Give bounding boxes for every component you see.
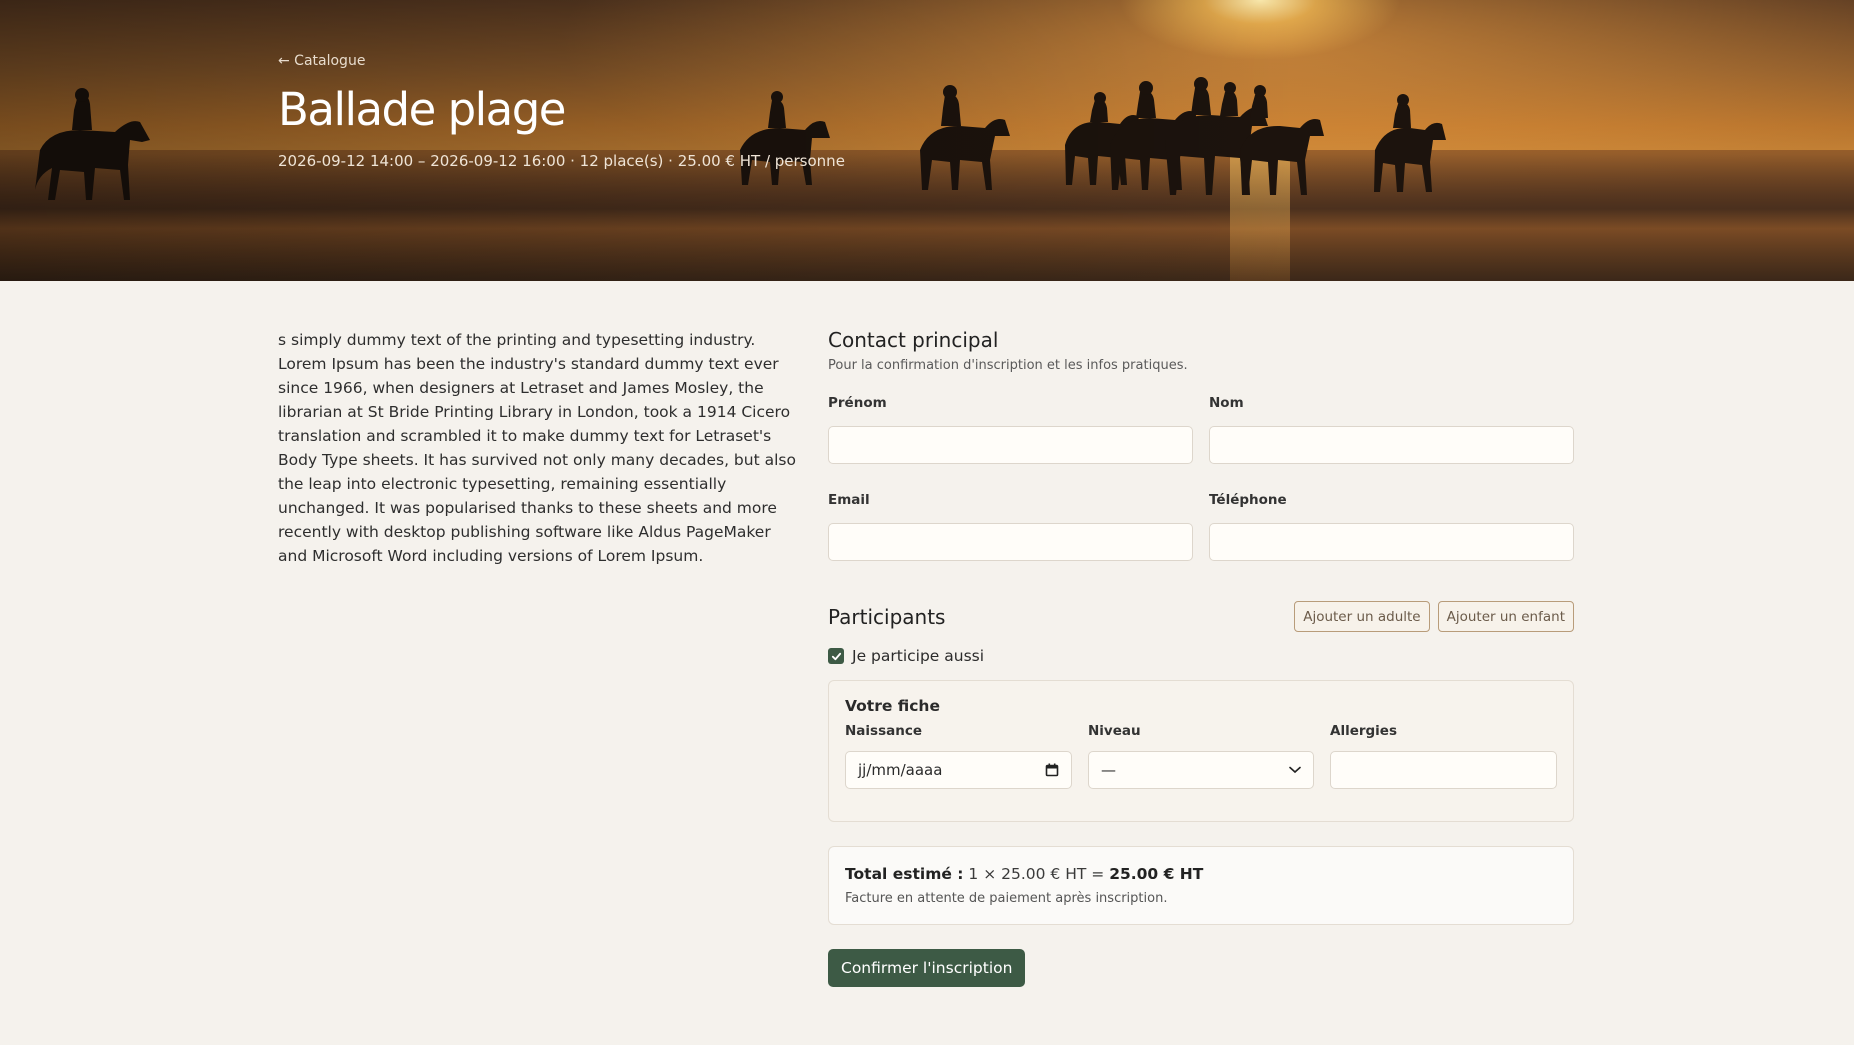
calendar-icon[interactable] xyxy=(1045,763,1059,777)
add-child-button[interactable]: Ajouter un enfant xyxy=(1437,601,1574,632)
participants-section-title: Participants xyxy=(828,604,946,629)
email-field: Email xyxy=(828,492,1193,561)
total-summary: Total estimé : 1 × 25.00 € HT = 25.00 € … xyxy=(828,846,1574,925)
self-participates-checkbox[interactable] xyxy=(828,648,844,664)
participant-actions: Ajouter un adulte Ajouter un enfant xyxy=(1294,601,1574,632)
allergies-input[interactable] xyxy=(1330,751,1557,789)
contact-section-subtitle: Pour la confirmation d'inscription et le… xyxy=(828,358,1188,373)
phone-label: Téléphone xyxy=(1209,492,1287,508)
lastname-input[interactable] xyxy=(1209,426,1574,464)
firstname-field: Prénom xyxy=(828,395,1193,464)
birthdate-field: Naissance jj/mm/aaaa xyxy=(845,723,1072,789)
check-icon xyxy=(831,652,841,660)
lastname-field: Nom xyxy=(1209,395,1574,464)
total-note: Facture en attente de paiement après ins… xyxy=(845,891,1168,906)
contact-fields-row-2: Email Téléphone xyxy=(828,492,1574,561)
total-amount: 25.00 € HT xyxy=(1109,865,1204,883)
birthdate-input[interactable]: jj/mm/aaaa xyxy=(845,751,1072,789)
total-calc: 1 × 25.00 € HT = xyxy=(968,865,1105,883)
main-content: s simply dummy text of the printing and … xyxy=(0,281,1854,1045)
firstname-label: Prénom xyxy=(828,395,887,411)
allergies-label: Allergies xyxy=(1330,723,1397,739)
birthdate-label: Naissance xyxy=(845,723,922,739)
event-meta: 2026-09-12 14:00 – 2026-09-12 16:00 · 12… xyxy=(278,152,845,170)
phone-field: Téléphone xyxy=(1209,492,1574,561)
contact-fields-row-1: Prénom Nom xyxy=(828,395,1574,464)
participants-header: Participants Ajouter un adulte Ajouter u… xyxy=(828,601,1574,632)
total-label: Total estimé : xyxy=(845,865,964,883)
event-description: s simply dummy text of the printing and … xyxy=(278,331,796,565)
level-label: Niveau xyxy=(1088,723,1141,739)
email-label: Email xyxy=(828,492,870,508)
self-participates-label: Je participe aussi xyxy=(852,647,985,665)
phone-input[interactable] xyxy=(1209,523,1574,561)
hero-banner: ← Catalogue Ballade plage 2026-09-12 14:… xyxy=(0,0,1854,281)
email-input[interactable] xyxy=(828,523,1193,561)
level-field: Niveau — xyxy=(1088,723,1314,789)
self-participates-row: Je participe aussi xyxy=(828,647,1574,665)
firstname-input[interactable] xyxy=(828,426,1193,464)
participant-card-title: Votre fiche xyxy=(845,697,940,715)
lastname-label: Nom xyxy=(1209,395,1244,411)
total-line: Total estimé : 1 × 25.00 € HT = 25.00 € … xyxy=(845,865,1557,883)
participant-fields: Naissance jj/mm/aaaa Niveau — Allergies xyxy=(845,723,1557,789)
confirm-registration-button[interactable]: Confirmer l'inscription xyxy=(828,949,1026,987)
participant-card: Votre fiche Naissance jj/mm/aaaa Niveau … xyxy=(828,680,1574,822)
page-title: Ballade plage xyxy=(278,83,566,136)
back-to-catalogue-link[interactable]: ← Catalogue xyxy=(278,53,365,69)
contact-section-title: Contact principal xyxy=(828,328,999,352)
registration-form: Contact principal Pour la confirmation d… xyxy=(828,328,1574,987)
chevron-down-icon xyxy=(1289,766,1301,774)
level-selected-value: — xyxy=(1101,761,1116,779)
birthdate-placeholder: jj/mm/aaaa xyxy=(858,761,943,779)
allergies-field: Allergies xyxy=(1330,723,1557,789)
hero-content: ← Catalogue Ballade plage 2026-09-12 14:… xyxy=(278,50,845,170)
add-adult-button[interactable]: Ajouter un adulte xyxy=(1294,601,1430,632)
level-select[interactable]: — xyxy=(1088,751,1314,789)
